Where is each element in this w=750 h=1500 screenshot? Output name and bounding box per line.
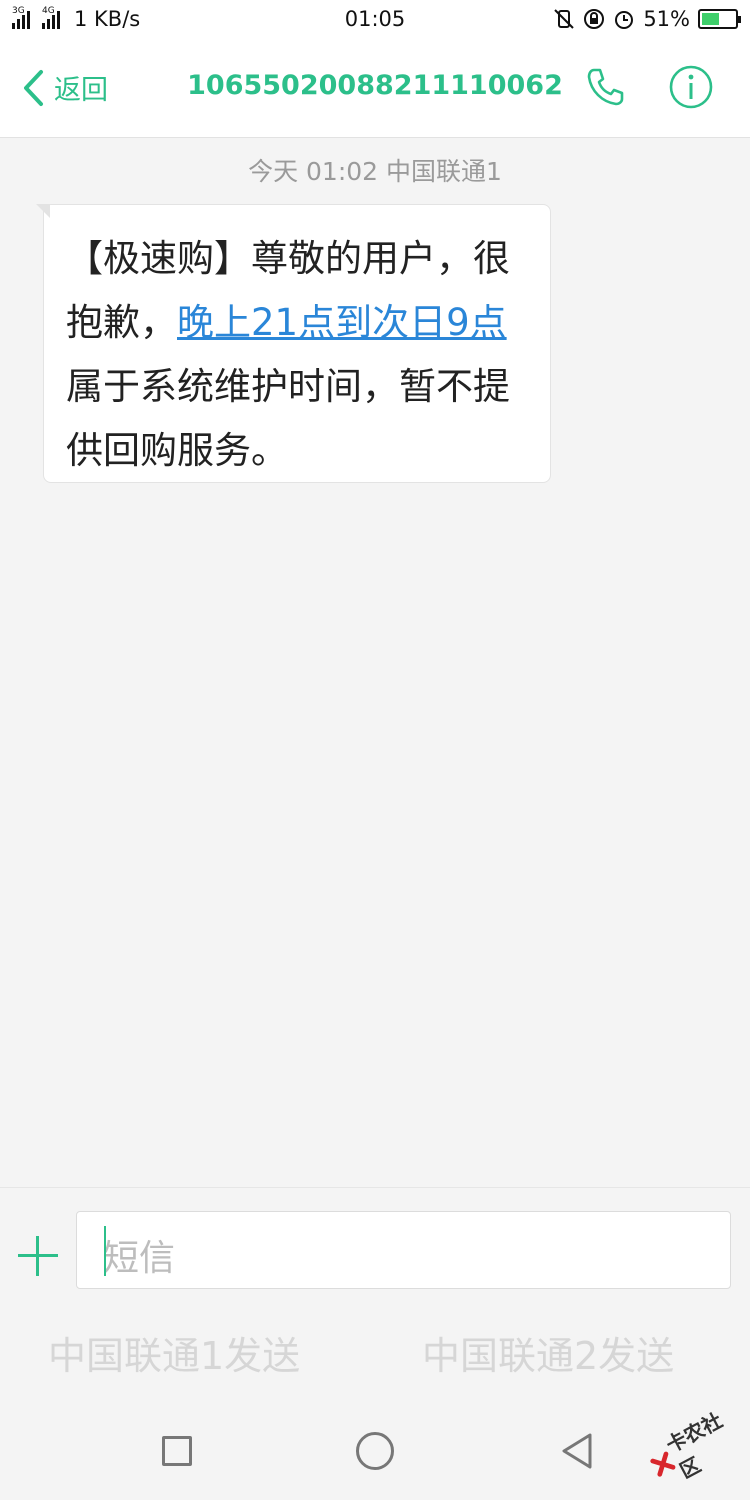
signal-icon-2: 4G [42,6,60,29]
nav-back-button[interactable] [560,1432,594,1470]
network-type-label: 3G [12,6,25,16]
signal-icon: 3G [12,6,30,29]
info-icon[interactable] [668,64,714,110]
contact-number: 1065502008821111006​2 [187,70,563,101]
message-timestamp: 今天 01:02 中国联通1 [248,157,502,186]
battery-icon [698,9,741,29]
status-left: 3G 4G 1 KB/s [12,6,141,31]
message-text-after: 属于系统维护时间，暂不提供回购服务。 [66,365,510,472]
alarm-icon [615,11,634,29]
status-bar: 3G 4G 1 KB/s 01:05 51% [0,0,750,38]
status-right: 51% [553,7,741,31]
message-bubble[interactable]: 【极速购】尊敬的用户，很抱歉，晚上21点到次日9点属于系统维护时间，暂不提供回购… [36,204,551,483]
text-caret [104,1226,106,1276]
conversation-header: 返回 1065502008821111006​2 [0,38,750,138]
message-time-link[interactable]: 晚上21点到次日9点 [177,301,507,344]
phone-icon[interactable] [584,66,626,108]
network-speed: 1 KB/s [74,7,141,31]
add-attachment-button[interactable] [18,1236,58,1276]
recent-apps-button[interactable] [162,1436,192,1466]
home-button[interactable] [356,1432,394,1470]
send-sim1-button[interactable]: 中国联通1发送 [48,1325,300,1380]
battery-percent: 51% [643,7,690,31]
network-type-label-2: 4G [42,6,55,16]
rotation-lock-icon [584,9,605,29]
message-input[interactable]: 短信 [76,1211,731,1289]
vibrate-mute-icon [554,9,575,29]
message-input-placeholder: 短信 [103,1238,176,1279]
send-sim2-button[interactable]: 中国联通2发送 [422,1325,674,1380]
